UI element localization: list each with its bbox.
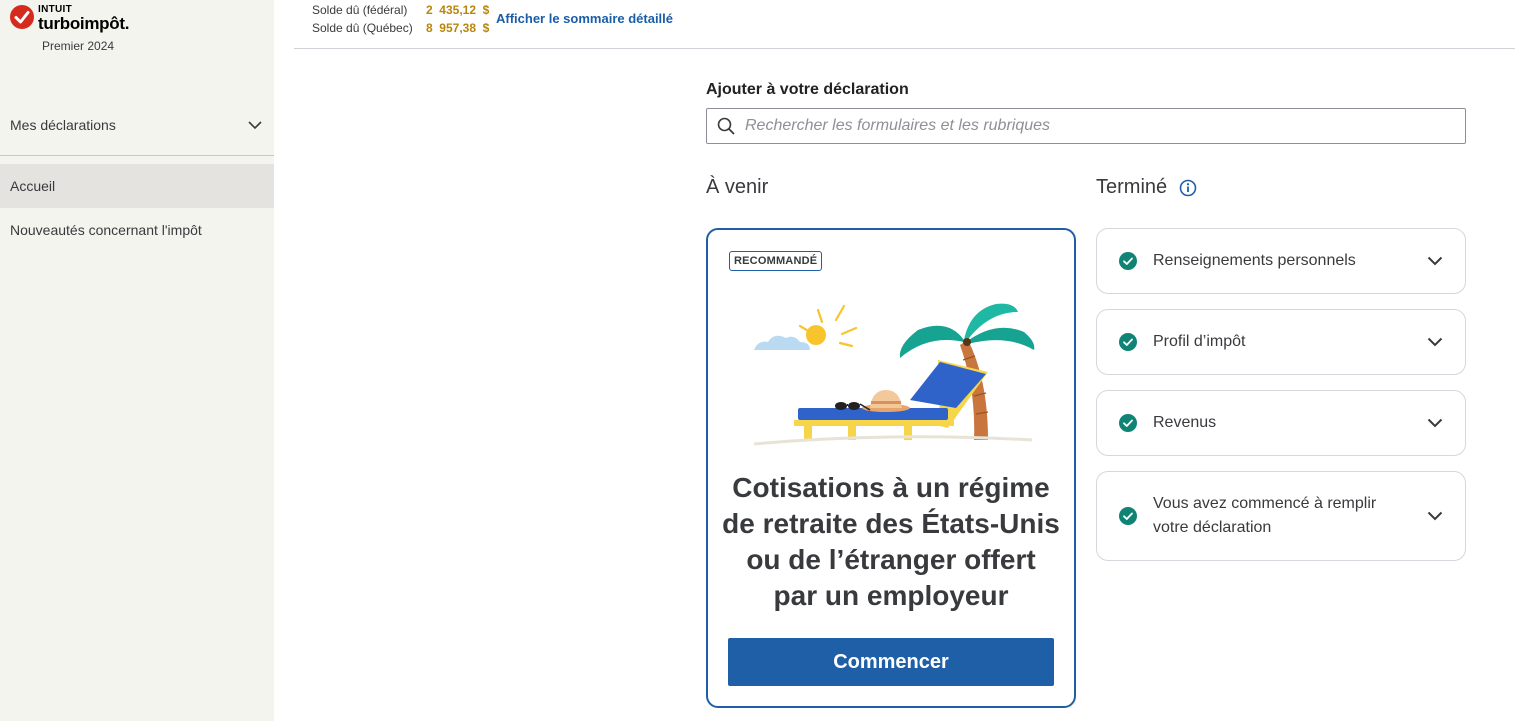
sidebar-item-tax-news[interactable]: Nouveautés concernant l'impôt [0, 208, 274, 252]
recommended-card: RECOMMANDÉ Cotisations à un régime de re… [706, 228, 1076, 708]
check-circle-icon [1119, 414, 1137, 432]
start-button[interactable]: Commencer [728, 638, 1054, 686]
check-circle-icon [1119, 333, 1137, 351]
sidebar-item-label: Nouveautés concernant l'impôt [10, 222, 202, 238]
done-item-label: Vous avez commencé à remplir votre décla… [1153, 495, 1377, 536]
federal-balance-amount: 2 435,12 $ [425, 3, 490, 17]
chevron-down-icon [1427, 256, 1443, 266]
my-returns-dropdown[interactable]: Mes déclarations [0, 104, 274, 146]
done-title-wrap: Terminé [1096, 176, 1197, 199]
done-item-label: Renseignements personnels [1153, 252, 1356, 269]
my-returns-label: Mes déclarations [10, 117, 116, 133]
sidebar-divider [0, 155, 274, 156]
quebec-balance-label: Solde dû (Québec) [312, 21, 413, 35]
federal-balance: Solde dû (fédéral) 2 435,12 $ [312, 3, 489, 17]
chevron-down-icon [1427, 337, 1443, 347]
turboimpot-logo[interactable]: INTUIT turboimpôt. Premier 2024 [10, 3, 140, 55]
federal-balance-label: Solde dû (fédéral) [312, 3, 408, 17]
quebec-balance-amount: 8 957,38 $ [425, 21, 490, 35]
sidebar-item-label: Accueil [10, 178, 56, 194]
done-item-label: Profil d’impôt [1153, 333, 1246, 350]
search-icon [717, 117, 735, 135]
quebec-balance: Solde dû (Québec) 8 957,38 $ [312, 21, 489, 35]
search-input[interactable] [743, 116, 1465, 136]
done-item-started-return[interactable]: Vous avez commencé à remplir votre décla… [1096, 471, 1466, 561]
chevron-down-icon [1427, 511, 1443, 521]
recommended-card-title: Cotisations à un régime de retraite des … [722, 472, 1060, 611]
search-field[interactable] [706, 108, 1466, 144]
header: Solde dû (fédéral) 2 435,12 $ Solde dû (… [294, 0, 1515, 49]
check-logo-icon [10, 5, 34, 29]
recommended-badge: RECOMMANDÉ [729, 251, 823, 271]
sidebar-item-home[interactable]: Accueil [0, 164, 274, 208]
check-circle-icon [1119, 252, 1137, 270]
detailed-summary-link[interactable]: Afficher le sommaire détaillé [496, 11, 673, 26]
chevron-down-icon [1427, 418, 1443, 428]
brand-product: turboimpôt. [38, 14, 130, 33]
add-to-return-label: Ajouter à votre déclaration [706, 81, 909, 98]
done-item-income[interactable]: Revenus [1096, 390, 1466, 456]
brand-edition: Premier 2024 [42, 39, 115, 53]
check-circle-icon [1119, 507, 1137, 525]
done-item-label: Revenus [1153, 414, 1217, 431]
upcoming-title: À venir [706, 176, 769, 198]
done-item-tax-profile[interactable]: Profil d’impôt [1096, 309, 1466, 375]
chevron-down-icon [248, 120, 262, 129]
info-icon[interactable] [1179, 179, 1197, 197]
beach-chair-illustration [753, 303, 1035, 446]
done-item-personal-info[interactable]: Renseignements personnels [1096, 228, 1466, 294]
done-title: Terminé [1096, 176, 1168, 198]
sidebar: INTUIT turboimpôt. Premier 2024 Mes décl… [0, 0, 274, 721]
